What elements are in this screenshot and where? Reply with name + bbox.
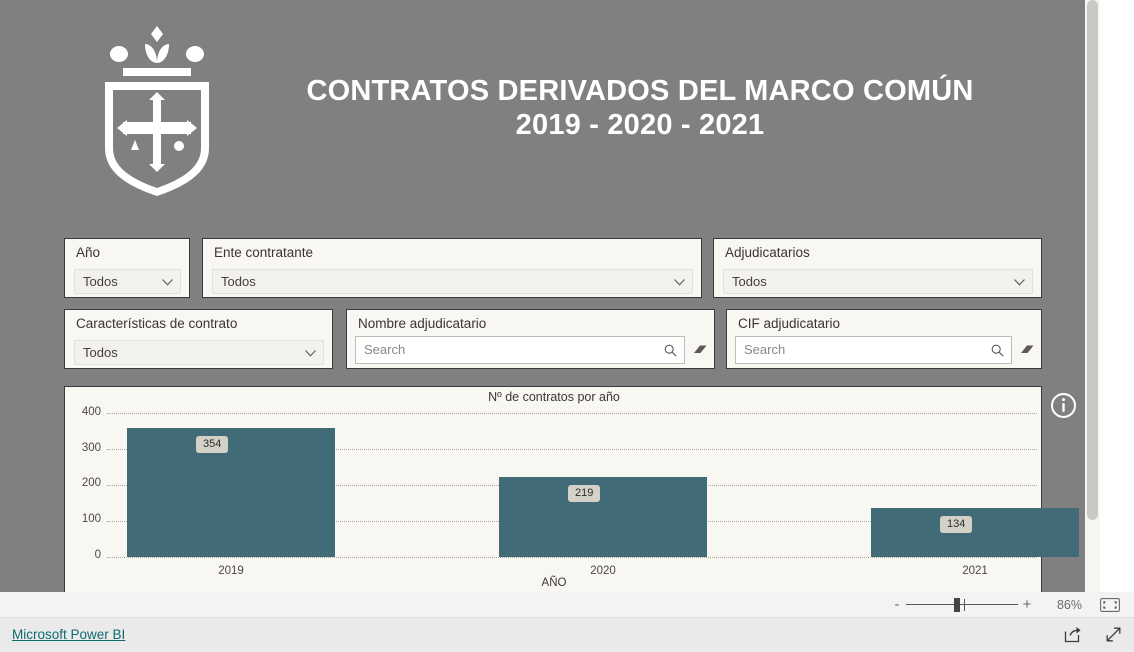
y-axis-tick: 100	[81, 513, 101, 525]
slicer-caracteristicas-contrato-value: Todos	[83, 345, 118, 360]
slicer-ente-contratante[interactable]: Ente contratante Todos	[202, 238, 702, 298]
zoom-out-button[interactable]: -	[888, 592, 906, 618]
fit-to-page-icon[interactable]	[1100, 598, 1120, 612]
zoom-toolbar: - + 86%	[0, 592, 1134, 618]
y-axis-tick: 0	[94, 549, 101, 561]
bar-2019[interactable]	[127, 428, 335, 557]
page-title: CONTRATOS DERIVADOS DEL MARCO COMÚN 2019…	[240, 74, 1040, 142]
slicer-ano[interactable]: Año Todos	[64, 238, 190, 298]
info-circle-icon[interactable]	[1050, 392, 1077, 419]
slicer-caracteristicas-contrato-label: Características de contrato	[76, 316, 238, 331]
x-axis-tick: 2019	[218, 565, 244, 577]
gridline	[107, 557, 1037, 558]
slicer-cif-adjudicatario-label: CIF adjudicatario	[738, 316, 841, 331]
slicer-nombre-adjudicatario-label: Nombre adjudicatario	[358, 316, 487, 331]
bar-label-2020: 219	[568, 485, 601, 502]
search-input-nombre-adjudicatario[interactable]: Search	[355, 336, 685, 364]
slicer-ano-dropdown[interactable]: Todos	[74, 269, 181, 294]
slicer-adjudicatarios-dropdown[interactable]: Todos	[723, 269, 1033, 294]
zoom-percent-label: 86%	[1056, 598, 1082, 612]
search-icon[interactable]	[664, 344, 677, 357]
share-icon[interactable]	[1064, 626, 1081, 643]
report-canvas: CONTRATOS DERIVADOS DEL MARCO COMÚN 2019…	[0, 0, 1085, 592]
report-header: CONTRATOS DERIVADOS DEL MARCO COMÚN 2019…	[0, 0, 1085, 215]
plot-area: 354 219 134 2019 2020 2021	[107, 413, 1079, 577]
y-axis-tick: 200	[81, 477, 101, 489]
slicer-nombre-adjudicatario[interactable]: Nombre adjudicatario Search	[346, 309, 715, 369]
right-gutter	[1100, 0, 1134, 592]
chevron-down-icon	[674, 279, 685, 286]
eraser-icon[interactable]	[691, 341, 709, 359]
page-title-line-1: CONTRATOS DERIVADOS DEL MARCO COMÚN	[306, 75, 974, 107]
slicer-adjudicatarios[interactable]: Adjudicatarios Todos	[713, 238, 1042, 298]
zoom-slider-thumb[interactable]	[954, 598, 960, 612]
slicer-ano-value: Todos	[83, 274, 118, 289]
slicer-caracteristicas-contrato-dropdown[interactable]: Todos	[74, 340, 324, 365]
slicer-ente-contratante-dropdown[interactable]: Todos	[212, 269, 693, 294]
zoom-in-button[interactable]: +	[1018, 592, 1036, 618]
footer-bar: Microsoft Power BI	[0, 618, 1134, 652]
chevron-down-icon	[162, 279, 173, 286]
bar-label-2021: 134	[940, 516, 973, 533]
fullscreen-icon[interactable]	[1105, 626, 1122, 643]
gridline	[107, 413, 1037, 414]
slicer-cif-adjudicatario[interactable]: CIF adjudicatario Search	[726, 309, 1042, 369]
zoom-slider-notch	[964, 599, 965, 611]
slicer-caracteristicas-contrato[interactable]: Características de contrato Todos	[64, 309, 333, 369]
vertical-scrollbar[interactable]	[1085, 0, 1100, 592]
zoom-slider-rail	[906, 604, 1018, 605]
zoom-slider[interactable]	[906, 592, 1018, 618]
chart-title: Nº de contratos por año	[488, 390, 620, 404]
eraser-icon[interactable]	[1018, 341, 1036, 359]
bar-chart-visual[interactable]: Nº de contratos por año 400 300 200 100 …	[64, 386, 1079, 592]
page-title-line-2: 2019 - 2020 - 2021	[515, 109, 765, 141]
x-axis-title: AÑO	[541, 577, 567, 589]
search-input-placeholder: Search	[744, 342, 786, 357]
slicer-ente-contratante-label: Ente contratante	[214, 245, 314, 260]
y-axis-tick: 400	[81, 406, 101, 418]
zoom-controls: - + 86%	[888, 592, 1120, 618]
x-axis-tick: 2020	[590, 565, 616, 577]
footer-icons	[1064, 626, 1122, 643]
slicer-adjudicatarios-label: Adjudicatarios	[725, 245, 810, 260]
search-input-placeholder: Search	[364, 342, 406, 357]
chevron-down-icon	[1014, 279, 1025, 286]
search-input-cif-adjudicatario[interactable]: Search	[735, 336, 1012, 364]
asturias-coat-of-arms-icon	[99, 18, 215, 198]
power-bi-brand-link[interactable]: Microsoft Power BI	[12, 627, 125, 642]
slicer-ente-contratante-value: Todos	[221, 274, 256, 289]
slicer-ano-label: Año	[76, 245, 101, 260]
bar-2020[interactable]	[499, 477, 707, 557]
y-axis-tick: 300	[81, 442, 101, 454]
bar-2021[interactable]	[871, 508, 1079, 557]
bar-label-2019: 354	[196, 436, 229, 453]
vertical-scrollbar-thumb[interactable]	[1087, 0, 1098, 520]
x-axis-tick: 2021	[962, 565, 988, 577]
chevron-down-icon	[305, 350, 316, 357]
report-viewer: CONTRATOS DERIVADOS DEL MARCO COMÚN 2019…	[0, 0, 1134, 652]
y-axis: 400 300 200 100 0	[65, 406, 101, 561]
slicer-adjudicatarios-value: Todos	[732, 274, 767, 289]
search-icon[interactable]	[991, 344, 1004, 357]
